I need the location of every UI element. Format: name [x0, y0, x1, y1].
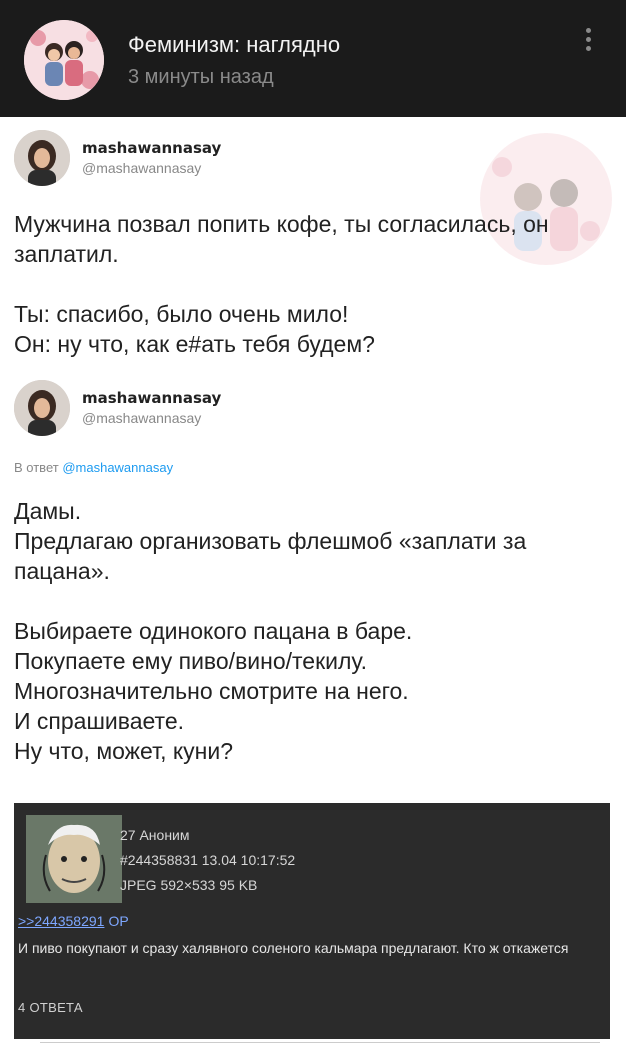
reply-link[interactable]: >>244358291	[18, 913, 104, 929]
anon-post-image[interactable]	[26, 815, 122, 903]
anon-post-number-date: #244358831 13.04 10:17:52	[120, 852, 296, 868]
reply-to-prefix: В ответ	[14, 460, 59, 475]
post-header: Феминизм: наглядно 3 минуты назад	[0, 0, 626, 117]
tweet-text: Мужчина позвал попить кофе, ты согласила…	[14, 211, 549, 357]
more-options-icon[interactable]	[578, 28, 598, 60]
post-time: 3 минуты назад	[128, 66, 274, 88]
anon-post-author: 27 Аноним	[120, 827, 190, 843]
group-avatar[interactable]	[24, 20, 104, 100]
tweet-author-handle[interactable]: @mashawannasay	[82, 160, 201, 176]
divider	[40, 1042, 600, 1043]
group-name[interactable]: Феминизм: наглядно	[128, 32, 340, 58]
anon-post-file-info[interactable]: JPEG 592×533 95 KB	[120, 877, 257, 893]
tweet-author-name[interactable]: mashawannasay	[82, 389, 221, 407]
tweet-author-avatar[interactable]	[14, 380, 70, 436]
reply-to-mention[interactable]: @mashawannasay	[62, 460, 173, 475]
tweet-author-handle[interactable]: @mashawannasay	[82, 410, 201, 426]
tweet-author-name[interactable]: mashawannasay	[82, 139, 221, 157]
anon-post-text: И пиво покупают и сразу халявного солено…	[18, 940, 569, 956]
group-avatar-illustration	[24, 20, 104, 100]
tweet-author-avatar[interactable]	[14, 130, 70, 186]
op-label: OP	[108, 913, 129, 929]
replies-count-button[interactable]: 4 ОТВЕТА	[18, 1000, 83, 1015]
anon-reply-reference: >>244358291 OP	[18, 913, 129, 931]
tweet-text: Дамы. Предлагаю организовать флешмоб «за…	[14, 498, 527, 764]
reply-to-line: В ответ @mashawannasay	[14, 460, 173, 475]
